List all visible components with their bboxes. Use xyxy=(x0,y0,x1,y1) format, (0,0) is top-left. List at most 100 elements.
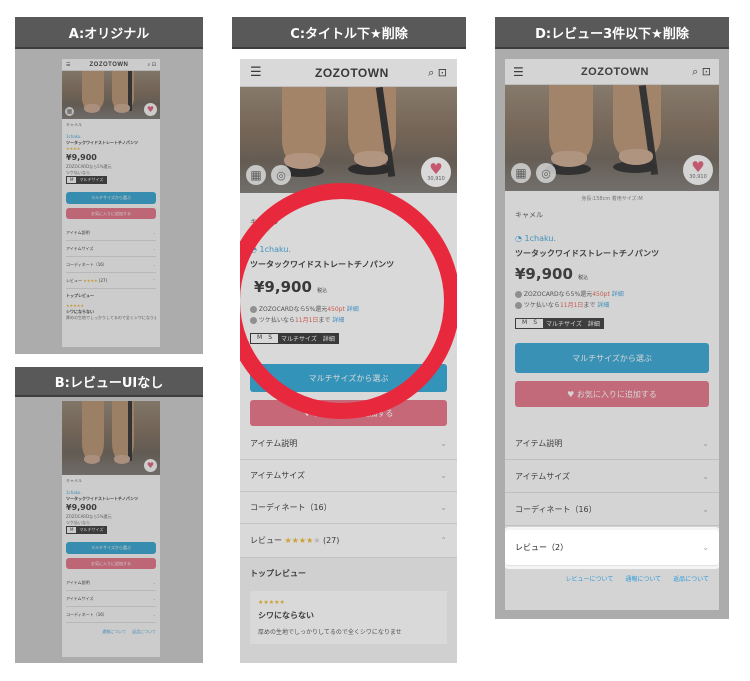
review-headline: シワにならない xyxy=(258,611,314,620)
size-tag[interactable]: M マルチサイズ xyxy=(66,526,108,534)
cart-icon[interactable]: ⊡ xyxy=(438,66,447,79)
label-b: B:レビューUIなし xyxy=(15,367,203,397)
accordion-item-desc[interactable]: アイテム説明 ⌄ xyxy=(66,225,156,241)
menu-icon[interactable]: ☰ xyxy=(66,62,70,68)
chevron-down-icon: ⌄ xyxy=(440,471,447,480)
thumbnail-grid-icon[interactable]: ▦ xyxy=(511,163,531,183)
price: ¥9,900 xyxy=(66,503,97,512)
multi-size-button[interactable]: マルチサイズから選ぶ xyxy=(66,192,156,204)
like-button[interactable]: ♥ 30,910 xyxy=(683,155,713,185)
phone-d: ☰ ZOZOTOWN ⌕ ⊡ ▦ ◎ ♥ 30,910 身長:158cm 着用サイ… xyxy=(505,59,719,610)
accordion-coordinate[interactable]: コーディネート（16） ⌄ xyxy=(240,492,457,524)
review-body: 厚めの生地でしっかりしてるので全くシワになりませ xyxy=(258,629,402,636)
top-review-title: トップレビュー xyxy=(250,569,306,578)
label-a: A:オリジナル xyxy=(15,17,203,49)
size-tag[interactable]: M S マルチサイズ 詳細 xyxy=(515,318,604,329)
label-d: D:レビュー3件以下★削除 xyxy=(495,17,729,49)
menu-icon[interactable]: ☰ xyxy=(513,65,524,79)
link-about-reviews[interactable]: レビューについて xyxy=(566,574,614,583)
camera-search-icon[interactable]: ◎ xyxy=(536,163,556,183)
accordion-list: アイテム説明 ⌄ アイテムサイズ ⌄ コーディネート（16） ⌄ レビュー ★★★★★… xyxy=(240,428,457,558)
menu-icon[interactable]: ☰ xyxy=(250,65,262,80)
chevron-down-icon: ⌄ xyxy=(440,503,447,512)
chevron-down-icon: ⌄ xyxy=(702,543,709,552)
search-icon[interactable]: ⌕ xyxy=(428,66,434,79)
chevron-down-icon: ⌄ xyxy=(702,471,709,481)
price: ¥9,900 xyxy=(66,153,97,162)
tsuke-detail-link[interactable]: 詳細 xyxy=(597,302,609,309)
accordion-item-size[interactable]: アイテムサイズ ⌄ xyxy=(66,241,156,257)
heart-icon: ♥ xyxy=(567,389,577,399)
product-image[interactable]: ♥ xyxy=(62,401,160,475)
accordion-item-desc[interactable]: アイテム説明 ⌄ xyxy=(505,427,719,460)
accordion-item-size[interactable]: アイテムサイズ ⌄ xyxy=(240,460,457,492)
highlight-circle xyxy=(240,183,457,419)
top-review-title: トップレビュー xyxy=(66,293,94,298)
cart-icon[interactable]: ⊡ xyxy=(702,65,711,78)
price: ¥9,900 税込 xyxy=(515,265,589,283)
multi-size-button[interactable]: マルチサイズから選ぶ xyxy=(66,542,156,554)
accordion-coordinate[interactable]: コーディネート（16） ⌄ xyxy=(505,493,719,526)
brand-link[interactable]: ◔ 1chaku. xyxy=(515,234,709,243)
review-body: 厚めの生地でしっかりしてるので全くシワになりませ xyxy=(66,315,156,320)
chevron-down-icon: ⌄ xyxy=(702,504,709,514)
accordion-item-desc[interactable]: アイテム説明 ⌄ xyxy=(66,575,156,591)
accordion-item-size[interactable]: アイテムサイズ ⌄ xyxy=(505,460,719,493)
phone-c: ☰ ZOZOTOWN ⌕ ⊡ ▦ ◎ ♥ 30,910 キャメル ◔ 1chaku… xyxy=(240,59,457,663)
cart-icon[interactable]: ⌕ ⊡ xyxy=(147,62,156,68)
top-review-section: トップレビュー ★★★★★ シワにならない 厚めの生地でしっかりしてるので全くシ… xyxy=(240,558,457,663)
review-rating-stars: ★★★★ xyxy=(284,536,314,545)
favorite-button[interactable]: お気に入りに追加する xyxy=(66,208,156,219)
chevron-up-icon: ⌃ xyxy=(440,536,447,545)
search-icon[interactable]: ⌕ xyxy=(692,65,698,78)
accordion-coordinate[interactable]: コーディネート（16） ⌄ xyxy=(66,257,156,273)
zozocard-icon xyxy=(515,291,522,298)
color-label: キャメル xyxy=(515,211,543,219)
tsuke-line: ツケ払いなら11月1日まで 詳細 xyxy=(515,300,709,309)
link-about-reports[interactable]: 通報について xyxy=(102,629,126,635)
chevron-down-icon: ⌄ xyxy=(702,438,709,448)
thumbnail-grid-icon[interactable]: ▦ xyxy=(65,107,74,116)
accordion-item-size[interactable]: アイテムサイズ ⌄ xyxy=(66,591,156,607)
accordion-review[interactable]: レビュー ★★★★ (27) ⌃ xyxy=(66,273,156,289)
accordion-review-highlight[interactable]: レビュー（2） ⌄ xyxy=(505,530,719,566)
review-card[interactable]: ★★★★★ シワにならない 厚めの生地でしっかりしてるので全くシワになりませ xyxy=(250,591,447,644)
search-cart-icons[interactable]: ⌕ ⊡ xyxy=(428,66,447,80)
product-image[interactable]: ♥ ▦ xyxy=(62,71,160,119)
zozocard-line: ZOZOCARDなら5%還元450pt 詳細 xyxy=(515,289,709,298)
favorite-button[interactable]: ♥ お気に入りに追加する xyxy=(515,381,709,407)
product-image[interactable]: ▦ ◎ ♥ 30,910 xyxy=(240,87,457,193)
link-about-returns[interactable]: 返品について xyxy=(132,629,156,635)
multi-size-button[interactable]: マルチサイズから選ぶ xyxy=(515,343,709,373)
link-about-reports[interactable]: 通報について xyxy=(625,574,661,583)
tsuke-icon xyxy=(515,302,522,309)
color-label: キャメル xyxy=(66,122,82,127)
phone-a: ☰ ZOZOTOWN ⌕ ⊡ ♥ ▦ キャメル 1chaku. ツータックワイド… xyxy=(62,59,160,347)
photo-caption: 身長:158cm 着用サイズ:M xyxy=(581,196,643,202)
product-image[interactable]: ▦ ◎ ♥ 30,910 xyxy=(505,85,719,191)
accordion-review[interactable]: レビュー ★★★★★ (27) ⌃ xyxy=(240,524,457,558)
footer-links: 通報について 返品について xyxy=(66,629,156,635)
accordion-coordinate[interactable]: コーディネート（16） ⌄ xyxy=(66,607,156,623)
product-name: ツータックワイドストレートチノパンツ xyxy=(515,249,660,258)
panel-a: ☰ ZOZOTOWN ⌕ ⊡ ♥ ▦ キャメル 1chaku. ツータックワイド… xyxy=(15,49,203,354)
review-stars: ★★★★★ xyxy=(258,599,285,606)
link-about-returns[interactable]: 返品について xyxy=(673,574,709,583)
panel-b: ♥ キャメル 1chaku. ツータックワイドストレートチノパンツ ¥9,900… xyxy=(15,397,203,663)
app-logo[interactable]: ZOZOTOWN xyxy=(90,62,129,68)
app-logo[interactable]: ZOZOTOWN xyxy=(315,66,389,80)
phone-b: ♥ キャメル 1chaku. ツータックワイドストレートチノパンツ ¥9,900… xyxy=(62,401,160,657)
accordion-item-desc[interactable]: アイテム説明 ⌄ xyxy=(240,428,457,460)
chevron-down-icon: ⌄ xyxy=(440,439,447,448)
label-c: C:タイトル下★削除 xyxy=(232,17,466,49)
zozocard-detail-link[interactable]: 詳細 xyxy=(612,291,624,298)
footer-links: レビューについて 通報について 返品について xyxy=(505,566,719,591)
favorite-button[interactable]: お気に入りに追加する xyxy=(66,558,156,569)
panel-d: ☰ ZOZOTOWN ⌕ ⊡ ▦ ◎ ♥ 30,910 身長:158cm 着用サイ… xyxy=(495,49,729,619)
color-label: キャメル xyxy=(66,478,82,483)
search-cart-icons[interactable]: ⌕ ⊡ xyxy=(692,65,711,79)
like-button[interactable]: ♥ xyxy=(144,103,157,116)
like-button[interactable]: ♥ xyxy=(144,459,157,472)
size-tag[interactable]: M マルチサイズ xyxy=(66,176,108,184)
app-logo[interactable]: ZOZOTOWN xyxy=(581,66,649,78)
